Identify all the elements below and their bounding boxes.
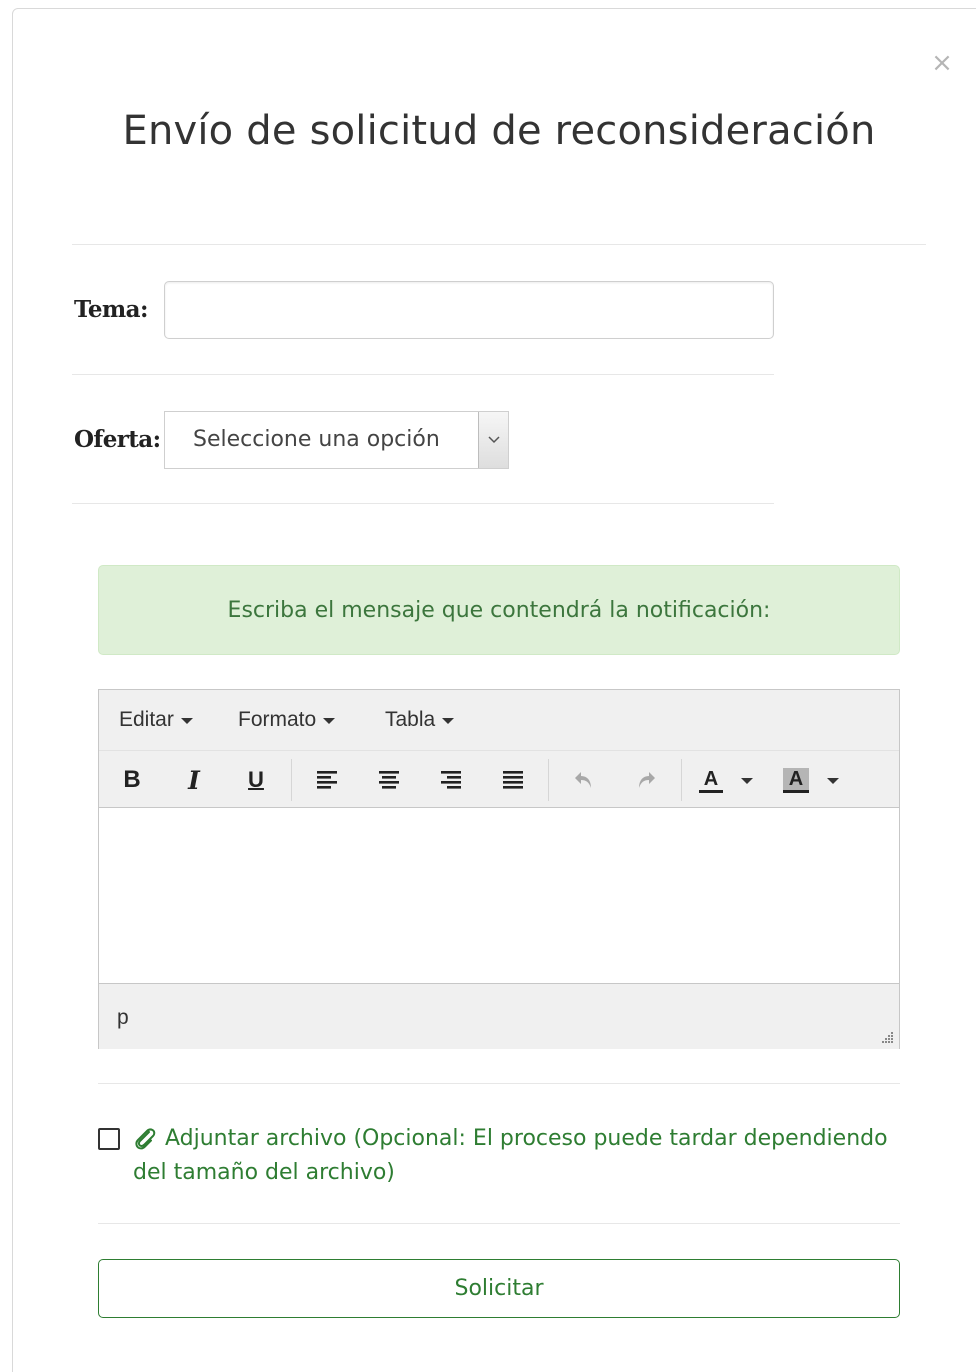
oferta-selected-value: Seleccione una opción (193, 427, 440, 452)
menu-editar-label: Editar (119, 708, 174, 731)
undo-icon[interactable] (564, 761, 604, 799)
menu-formato[interactable]: Formato (238, 708, 336, 732)
caret-down-icon (180, 718, 193, 724)
menu-editar[interactable]: Editar (119, 708, 193, 732)
editor-content-area[interactable] (99, 809, 899, 983)
modal-title: Envío de solicitud de reconsideración (122, 108, 876, 154)
toolbar-separator (548, 759, 549, 801)
rich-text-editor: Editar Formato Tabla B I U A A p (98, 689, 900, 1049)
menu-tabla-label: Tabla (385, 708, 436, 731)
align-right-icon[interactable] (431, 761, 471, 799)
toolbar-separator (291, 759, 292, 801)
tema-input[interactable] (164, 281, 774, 339)
close-button[interactable]: × (930, 48, 954, 78)
align-center-icon[interactable] (369, 761, 409, 799)
resize-handle-icon[interactable] (880, 1030, 894, 1044)
attach-file-checkbox[interactable] (98, 1128, 120, 1150)
editor-menubar: Editar Formato Tabla (99, 690, 899, 751)
chevron-down-icon[interactable] (478, 412, 508, 468)
text-color-icon[interactable]: A (693, 761, 763, 799)
editor-statusbar: p (99, 983, 899, 1049)
align-justify-icon[interactable] (493, 761, 533, 799)
attach-file-label[interactable]: Adjuntar archivo (Opcional: El proceso p… (133, 1122, 903, 1190)
background-color-icon[interactable]: A (779, 761, 849, 799)
tema-label: Tema: (74, 296, 148, 323)
italic-icon[interactable]: I (174, 761, 214, 799)
caret-down-icon (442, 718, 455, 724)
element-path[interactable]: p (117, 1006, 129, 1030)
attachment-divider (98, 1223, 900, 1224)
editor-toolbar: B I U A A (99, 751, 899, 808)
toolbar-separator (681, 759, 682, 801)
tema-divider (72, 374, 774, 375)
align-left-icon[interactable] (307, 761, 347, 799)
oferta-select[interactable]: Seleccione una opción (164, 411, 509, 469)
redo-icon[interactable] (626, 761, 666, 799)
header-divider (72, 244, 926, 245)
menu-tabla[interactable]: Tabla (385, 708, 455, 732)
oferta-label: Oferta: (74, 426, 161, 453)
editor-divider (98, 1083, 900, 1084)
caret-down-icon (323, 718, 336, 724)
menu-formato-label: Formato (238, 708, 317, 731)
oferta-divider (72, 503, 774, 504)
bold-icon[interactable]: B (112, 761, 152, 799)
underline-icon[interactable]: U (236, 761, 276, 799)
solicitar-button[interactable]: Solicitar (98, 1259, 900, 1318)
message-instruction-alert: Escriba el mensaje que contendrá la noti… (98, 565, 900, 655)
caret-down-icon (741, 778, 753, 784)
caret-down-icon (827, 778, 839, 784)
